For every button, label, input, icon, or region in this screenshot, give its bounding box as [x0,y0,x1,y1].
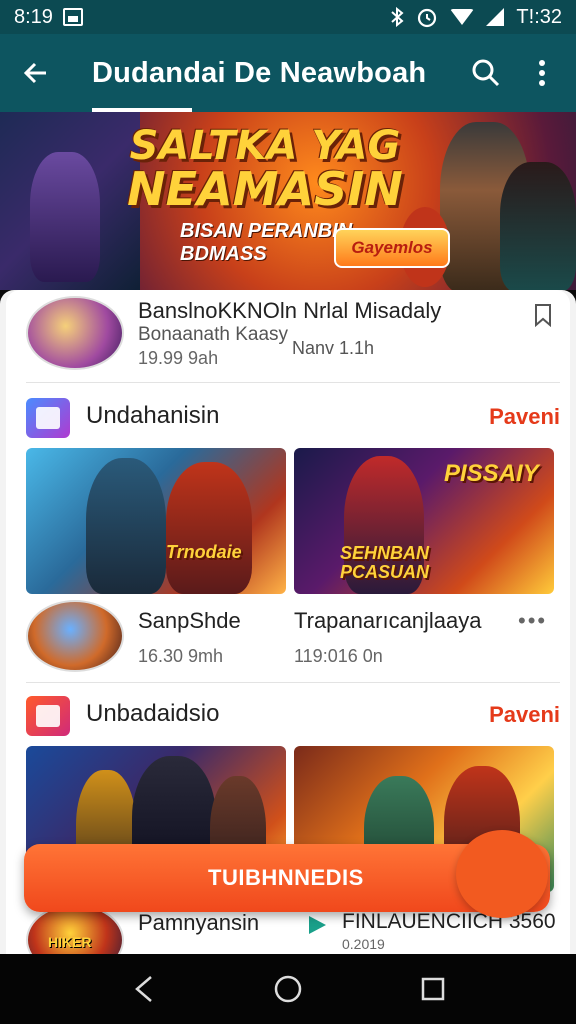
nav-recents-button[interactable] [403,959,463,1019]
nav-home-icon [274,975,302,1003]
app-bar: Dudandai De Neawboah [0,34,576,112]
banner-title-line2: NEAMASIN [127,162,403,216]
banner-title: SALTKA YAG NEAMASIN [120,126,410,212]
bookmark-button[interactable] [528,300,558,330]
thumbnail-label: Trnodaie [166,542,242,562]
status-bar: 8:19 T!:32 [0,0,576,34]
banner-subtitle: BISAN PERANBIN BDMASS [180,220,352,266]
featured-thumbnail [26,296,124,370]
game-thumbnail[interactable]: Trnodaie [26,448,286,594]
featured-subtitle: Bonaanath Kaasy [138,324,289,345]
more-horiz-icon[interactable]: ••• [518,608,547,634]
nav-recents-icon [422,977,445,1001]
banner-character [500,162,576,290]
promo-banner[interactable]: SALTKA YAG NEAMASIN BISAN PERANBIN BDMAS… [0,112,576,290]
featured-meta: Nanv 1.1h [292,338,375,358]
section-title: Unbadaidsio [86,700,220,727]
floating-action-button[interactable] [456,830,548,918]
game-title[interactable]: SanpShde [138,608,241,634]
avatar-badge: HIKER [48,934,92,950]
search-icon [472,59,500,87]
cta-wrapper: TUIBHNNEDIS [24,830,550,918]
nav-back-icon [134,976,152,1002]
divider [26,682,560,683]
nav-back-button[interactable] [113,959,173,1019]
system-nav-bar [0,954,576,1024]
more-vert-icon [539,60,545,86]
page-title: Dudandai De Neawboah [92,34,426,112]
screenshot-icon [62,8,83,26]
game-title[interactable]: Trapanarıcanjlaaya [294,608,482,634]
page-title-text: Dudandai De Neawboah [92,56,427,89]
back-button[interactable] [0,34,72,112]
featured-time: 19.99 9ah [138,348,219,368]
game-meta: 0.2019 [342,936,385,952]
thumbnail-label: PISSAIY [444,460,539,487]
divider [26,382,560,383]
game-avatar[interactable] [26,600,124,672]
game-thumbnail[interactable]: PISSAIY SEHNBAN PCASUAN [294,448,554,594]
game-time: 16.30 9mh [138,646,224,666]
game-time: 119:016 0n [294,646,383,666]
status-clock: T!:32 [516,5,562,28]
section-action-link[interactable]: Paveni [489,702,560,728]
play-store-icon [309,916,326,934]
signal-icon [486,8,505,26]
banner-character [30,152,100,282]
section-title: Undahanisin [86,402,220,429]
section-app-icon [26,696,70,736]
section-header: Unbadaidsio Paveni [26,692,560,740]
featured-title: BanslnoKKNOln Nrlal Misadaly [138,298,442,323]
section-app-icon [26,398,70,438]
arrow-back-icon [23,62,46,84]
featured-item[interactable]: BanslnoKKNOln Nrlal Misadaly Bonaanath K… [26,290,566,382]
bluetooth-icon [391,7,404,27]
nav-home-button[interactable] [258,959,318,1019]
search-button[interactable] [458,45,514,101]
banner-subtitle-line2: BDMASS [180,243,267,265]
section-action-link[interactable]: Paveni [489,404,560,430]
wifi-icon [450,9,475,25]
banner-subtitle-line1: BISAN PERANBIN [180,220,353,242]
bookmark-icon [535,304,551,327]
thumbnail-label: SEHNBAN PCASUAN [340,543,430,582]
status-time: 8:19 [14,5,53,28]
banner-badge[interactable]: Gayemlos [334,228,450,268]
more-options-button[interactable] [514,45,570,101]
section-header: Undahanisin Paveni [26,394,560,442]
banner-title-line1: SALTKA YAG [129,123,401,169]
alarm-icon [418,8,437,28]
